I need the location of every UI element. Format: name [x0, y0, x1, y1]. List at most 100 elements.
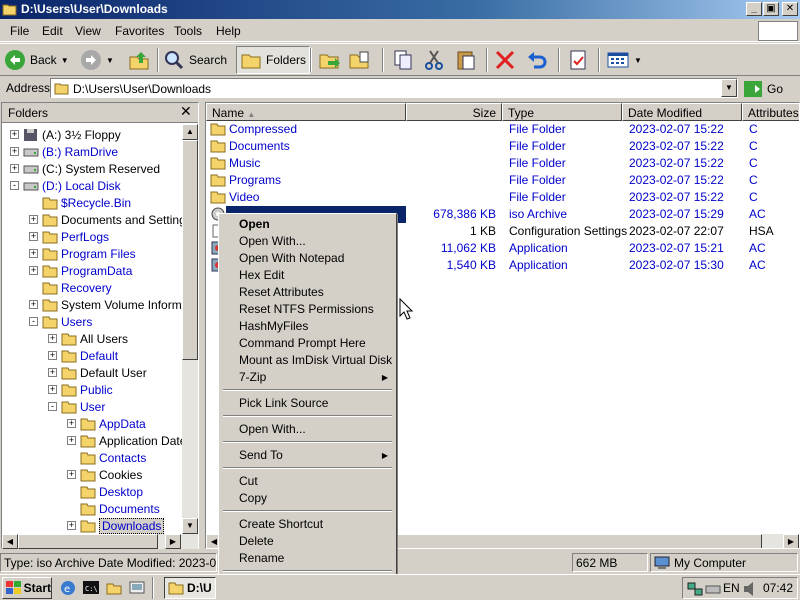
chevron-down-icon[interactable]: ▼ [634, 56, 642, 65]
address-value[interactable]: D:\Users\User\Downloads [73, 82, 211, 96]
tree-item[interactable]: Contacts [80, 449, 146, 466]
tree-item[interactable]: Default [61, 347, 118, 364]
tree-item[interactable]: $Recycle.Bin [42, 194, 131, 211]
network-icon[interactable] [687, 581, 703, 597]
tree-item[interactable]: Documents and Settings [42, 211, 182, 228]
tree-item[interactable]: Default User [61, 364, 147, 381]
expand-icon[interactable]: + [67, 436, 76, 445]
file-row[interactable]: Documents File Folder 2023-02-07 15:22 C [206, 138, 799, 155]
search-button[interactable]: Search [163, 46, 227, 74]
menu-item-open[interactable]: Open [221, 216, 394, 233]
tree-item[interactable]: (C:) System Reserved [23, 160, 160, 177]
expand-icon[interactable]: + [29, 232, 38, 241]
expand-icon[interactable]: + [29, 300, 38, 309]
minimize-button[interactable]: _ [746, 2, 762, 16]
scroll-left-button[interactable]: ◀ [2, 534, 18, 549]
go-button[interactable]: Go [744, 79, 783, 98]
command-prompt-icon[interactable]: C:\ [83, 580, 99, 596]
file-row[interactable]: Programs File Folder 2023-02-07 15:22 C [206, 172, 799, 189]
tree-item[interactable]: (A:) 3½ Floppy [23, 126, 121, 143]
file-row[interactable]: Compressed File Folder 2023-02-07 15:22 C [206, 121, 799, 138]
start-button[interactable]: Start [2, 577, 52, 599]
tree-item[interactable]: Downloads [80, 517, 165, 534]
back-button[interactable]: Back ▼ [4, 46, 69, 74]
menu-item-reset-attributes[interactable]: Reset Attributes [221, 284, 394, 301]
tree-item[interactable]: ProgramData [42, 262, 132, 279]
scroll-right-button[interactable]: ▶ [165, 534, 181, 549]
menu-item-command-prompt-here[interactable]: Command Prompt Here [221, 335, 394, 352]
file-row[interactable]: Video File Folder 2023-02-07 15:22 C [206, 189, 799, 206]
menu-file[interactable]: File [10, 24, 29, 38]
menu-item-open-with-notepad[interactable]: Open With Notepad [221, 250, 394, 267]
scroll-down-button[interactable]: ▼ [182, 518, 198, 534]
tree-horizontal-scrollbar[interactable]: ◀ ▶ [2, 534, 198, 549]
tree-vertical-scrollbar[interactable]: ▲ ▼ [182, 124, 198, 534]
expand-icon[interactable]: + [48, 334, 57, 343]
expand-icon[interactable]: + [48, 351, 57, 360]
tree-item[interactable]: Public [61, 381, 113, 398]
chevron-down-icon[interactable]: ▼ [61, 56, 69, 65]
tree-item[interactable]: Documents [80, 500, 160, 517]
tree-item[interactable]: (B:) RamDrive [23, 143, 118, 160]
menu-item-7-zip[interactable]: 7-Zip ▶ [221, 369, 394, 386]
show-desktop-icon[interactable] [129, 580, 145, 596]
expand-icon[interactable]: + [29, 249, 38, 258]
explorer-icon[interactable] [106, 580, 122, 596]
address-field[interactable]: D:\Users\User\Downloads ▼ [50, 78, 738, 98]
expand-icon[interactable]: + [10, 147, 19, 156]
tree-item[interactable]: Recovery [42, 279, 112, 296]
close-button[interactable]: ✕ [782, 2, 798, 16]
expand-icon[interactable]: + [10, 130, 19, 139]
expand-icon[interactable]: + [29, 266, 38, 275]
tree-item[interactable]: (D:) Local Disk [23, 177, 121, 194]
menu-item-send-to[interactable]: Send To ▶ [221, 447, 394, 464]
scroll-up-button[interactable]: ▲ [182, 124, 198, 140]
undo-button[interactable] [526, 46, 548, 74]
menu-item-open-with-2[interactable]: Open With... [221, 421, 394, 438]
tree-item[interactable]: User [61, 398, 105, 415]
delete-button[interactable] [494, 46, 516, 74]
address-dropdown-button[interactable]: ▼ [721, 79, 737, 97]
column-date-modified[interactable]: Date Modified [622, 103, 742, 121]
taskbar-window-button[interactable]: D:\U [164, 577, 216, 599]
tree-item[interactable]: AppData [80, 415, 146, 432]
file-row[interactable]: Music File Folder 2023-02-07 15:22 C [206, 155, 799, 172]
menu-item-open-with[interactable]: Open With... [221, 233, 394, 250]
language-indicator[interactable]: EN [723, 581, 740, 595]
forward-button[interactable]: ▼ [80, 46, 114, 74]
tree-item[interactable]: Users [42, 313, 92, 330]
menu-item-delete[interactable]: Delete [221, 533, 394, 550]
expand-icon[interactable]: + [29, 215, 38, 224]
menu-view[interactable]: View [75, 24, 101, 38]
menu-item-copy[interactable]: Copy [221, 490, 394, 507]
collapse-icon[interactable]: - [10, 181, 19, 190]
scroll-thumb[interactable] [18, 534, 158, 549]
column-attributes[interactable]: Attributes [742, 103, 799, 121]
tree-item[interactable]: Program Files [42, 245, 136, 262]
menu-favorites[interactable]: Favorites [115, 24, 164, 38]
menu-item-hex-edit[interactable]: Hex Edit [221, 267, 394, 284]
move-to-button[interactable] [318, 46, 342, 74]
menu-item-hashmyfiles[interactable]: HashMyFiles [221, 318, 394, 335]
expand-icon[interactable]: + [67, 470, 76, 479]
tree-item[interactable]: All Users [61, 330, 128, 347]
up-folder-button[interactable] [128, 46, 150, 74]
menu-item-reset-ntfs-permissions[interactable]: Reset NTFS Permissions [221, 301, 394, 318]
scroll-thumb[interactable] [182, 140, 198, 360]
menu-tools[interactable]: Tools [174, 24, 202, 38]
drive-icon[interactable] [705, 582, 721, 596]
expand-icon[interactable]: + [67, 521, 76, 530]
paste-button[interactable] [455, 46, 477, 74]
speaker-icon[interactable] [743, 581, 757, 597]
menu-item-mount-imdisk[interactable]: Mount as ImDisk Virtual Disk [221, 352, 394, 369]
collapse-icon[interactable]: - [29, 317, 38, 326]
internet-explorer-icon[interactable]: e [60, 580, 76, 596]
collapse-icon[interactable]: - [48, 402, 57, 411]
copy-to-button[interactable] [348, 46, 372, 74]
column-size[interactable]: Size [406, 103, 502, 121]
clock[interactable]: 07:42 [763, 581, 793, 595]
views-button[interactable]: ▼ [606, 46, 642, 74]
expand-icon[interactable]: + [48, 385, 57, 394]
cut-button[interactable] [423, 46, 445, 74]
menu-item-pick-link-source[interactable]: Pick Link Source [221, 395, 394, 412]
